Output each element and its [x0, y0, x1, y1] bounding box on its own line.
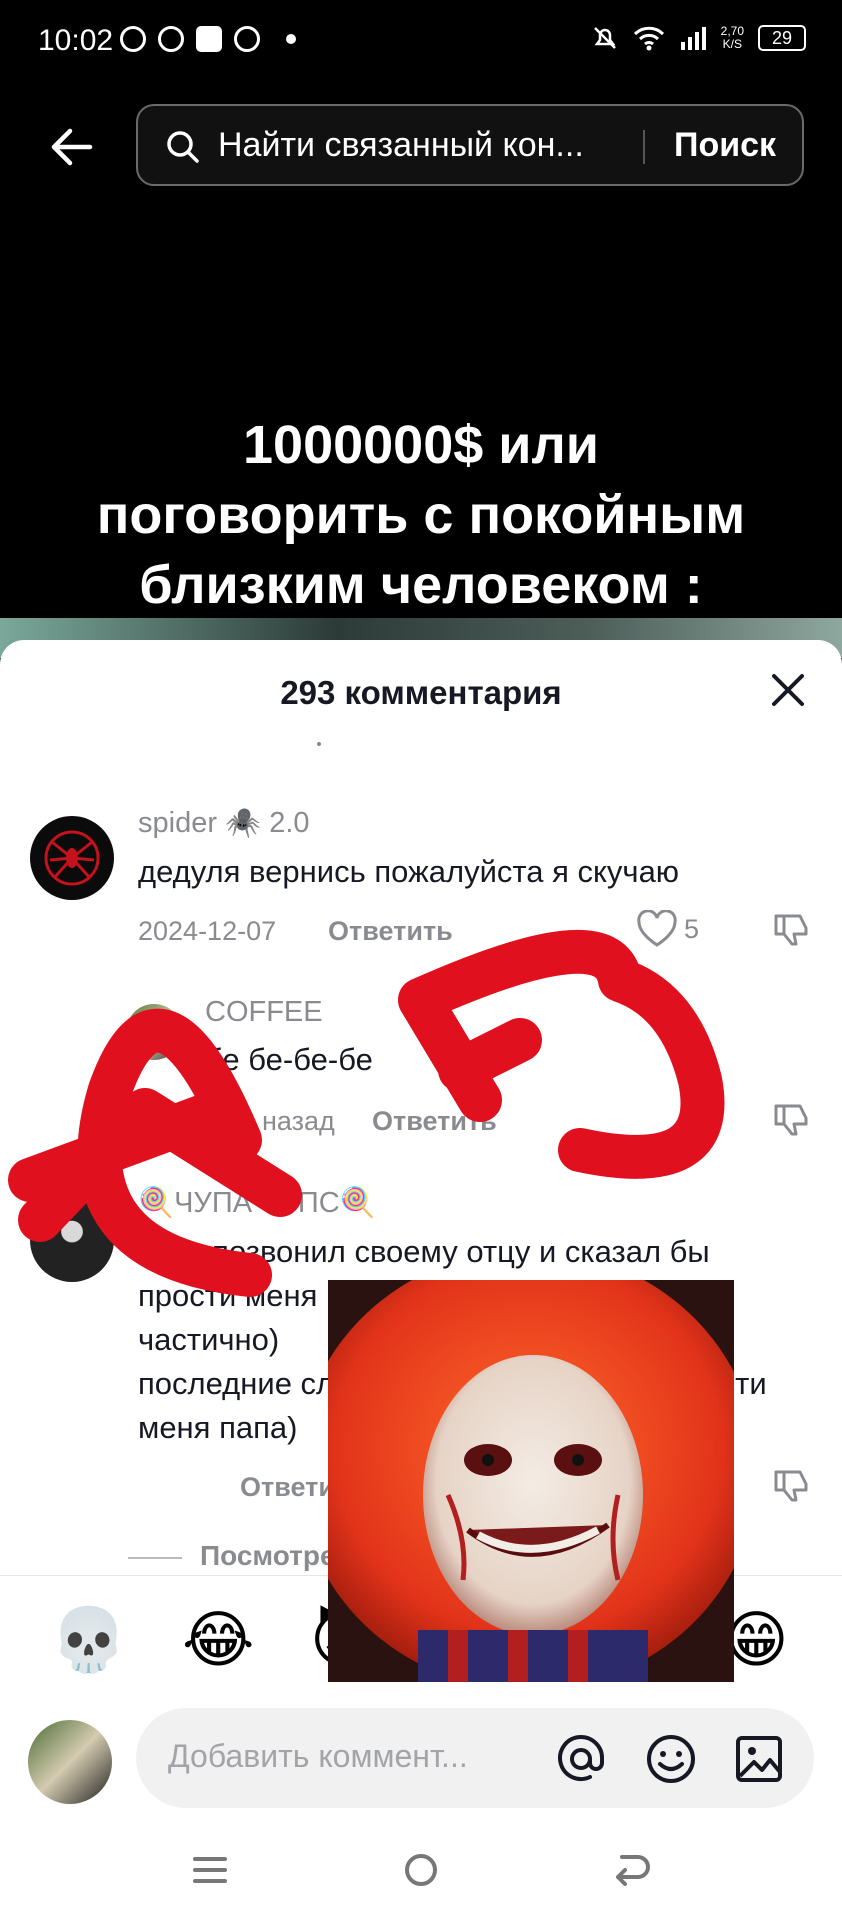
like-button[interactable]: 5: [636, 910, 699, 948]
comments-count-title: 293 комментария: [280, 674, 562, 711]
search-button[interactable]: Поиск: [674, 126, 776, 165]
search-divider: [643, 130, 645, 164]
comment-date: 2024-12-07: [138, 916, 277, 946]
pinterest-icon: [234, 26, 260, 52]
network-speed: 2,70 K/S: [721, 25, 744, 51]
emoji-skull[interactable]: 💀: [50, 1606, 127, 1676]
emoji-laugh[interactable]: 😂: [182, 1606, 254, 1676]
back-arrow-icon[interactable]: [46, 122, 96, 172]
app-notification-icon: [196, 26, 222, 52]
dislike-icon[interactable]: [772, 1100, 812, 1140]
status-bar: 10:02 2,70 K/S 29: [0, 0, 842, 84]
caption-line: близким человеком :: [139, 555, 703, 615]
search-input[interactable]: Найти связанный кон...: [218, 126, 584, 165]
user-avatar[interactable]: [28, 1720, 112, 1804]
system-icons: 2,70 K/S 29: [591, 24, 806, 52]
status-time: 10:02: [38, 24, 114, 57]
reply-button[interactable]: Ответить: [328, 916, 453, 947]
dislike-icon[interactable]: [772, 910, 812, 950]
comment-text-line: я бы позвонил своему отцу и сказал бы: [138, 1234, 710, 1269]
comment-username[interactable]: spider 🕷️ 2.0: [138, 806, 310, 840]
view-replies-line: [128, 1557, 182, 1559]
dislike-icon[interactable]: [772, 1466, 812, 1506]
clown-face-icon: [328, 1280, 734, 1682]
divider-dot: [317, 742, 321, 746]
comment-input[interactable]: Добавить коммент...: [136, 1708, 814, 1808]
steam-icon: [158, 26, 184, 52]
avatar[interactable]: [30, 816, 114, 900]
at-icon[interactable]: [554, 1732, 608, 1786]
caption-line: 1000000$ или: [243, 415, 599, 475]
emoji-icon[interactable]: [644, 1732, 698, 1786]
comment-username[interactable]: COFFEE: [205, 996, 323, 1029]
more-notifications-dot: [286, 34, 296, 44]
mute-icon: [593, 27, 616, 49]
close-icon[interactable]: [766, 668, 810, 712]
image-icon[interactable]: [732, 1732, 786, 1786]
notification-icons: [120, 26, 296, 52]
comment-username[interactable]: 🍭ЧУПА ЧУПС🍭: [138, 1186, 376, 1220]
signal-icon: [680, 27, 706, 50]
like-count: 5: [684, 913, 700, 944]
search-icon: [167, 131, 199, 163]
clown-sticker-image: [328, 1280, 734, 1682]
avatar[interactable]: [126, 1004, 182, 1060]
wifi-icon: [633, 26, 664, 51]
search-bar[interactable]: Найти связанный кон... Поиск: [136, 104, 804, 186]
menu-icon[interactable]: [185, 1845, 235, 1895]
home-icon[interactable]: [396, 1845, 446, 1895]
whatsapp-icon: [120, 26, 146, 52]
video-caption: 1000000$ или поговорить с покойным близк…: [0, 410, 842, 620]
caption-line: поговорить с покойным: [96, 485, 746, 545]
comment-date: назад: [262, 1106, 335, 1136]
return-icon[interactable]: [606, 1845, 656, 1895]
comment-text: бе бе-бе-бе: [205, 1042, 373, 1077]
heart-icon: [637, 910, 677, 947]
comment-input-placeholder: Добавить коммент...: [168, 1738, 468, 1774]
battery-icon: 29: [758, 25, 806, 51]
reply-button[interactable]: Ответить: [372, 1106, 497, 1137]
spider-logo-icon: [44, 830, 100, 886]
comment-text: дедуля вернись пожалуйста я скучаю: [138, 854, 680, 889]
speed-unit: K/S: [722, 37, 742, 51]
avatar[interactable]: [30, 1198, 114, 1282]
